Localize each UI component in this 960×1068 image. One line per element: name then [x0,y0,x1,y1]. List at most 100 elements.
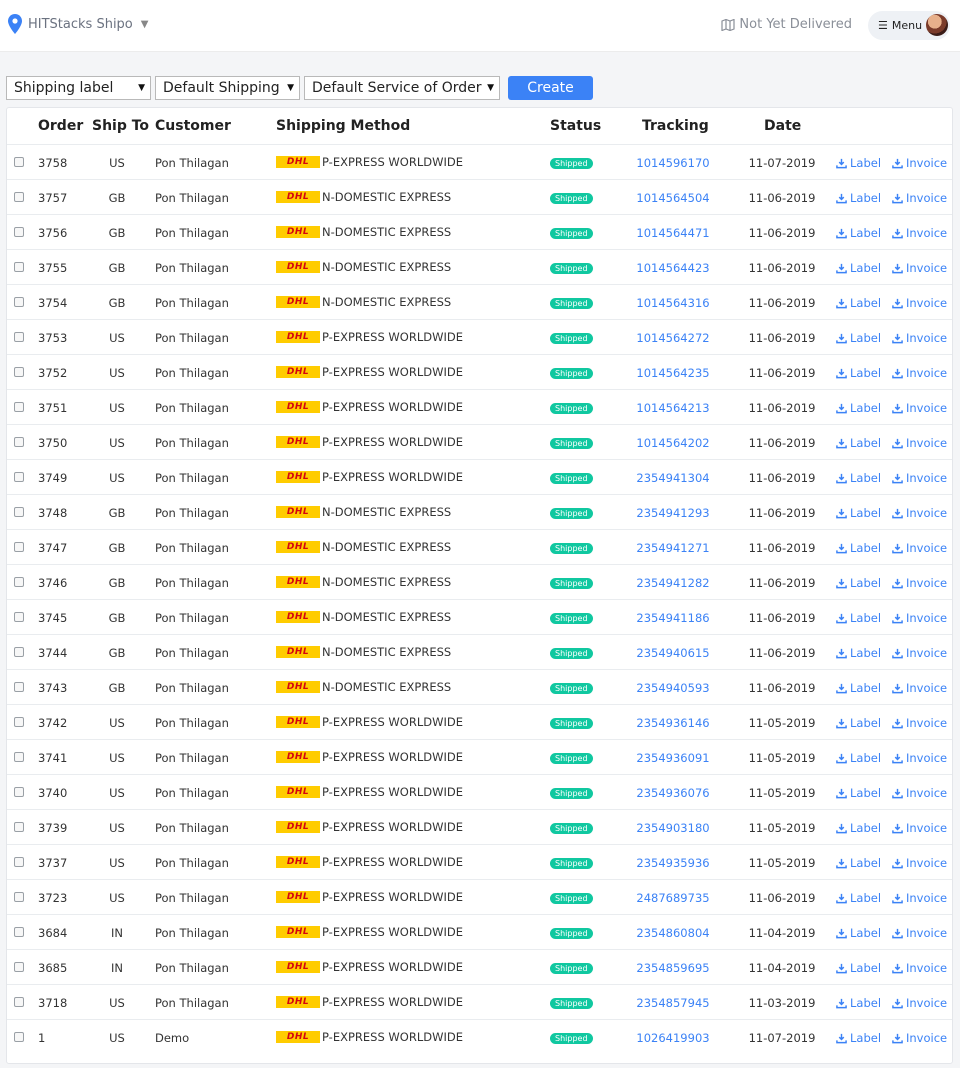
order-number[interactable]: 3685 [38,961,67,975]
label-download-link[interactable]: Label [836,296,881,310]
order-number[interactable]: 3753 [38,331,67,345]
invoice-download-link[interactable]: Invoice [892,716,947,730]
order-number[interactable]: 1 [38,1031,45,1045]
tracking-link[interactable]: 2354857945 [619,996,727,1010]
tracking-link[interactable]: 2354941271 [619,541,727,555]
order-number[interactable]: 3757 [38,191,67,205]
header-date[interactable]: Date [764,118,801,134]
order-number[interactable]: 3750 [38,436,67,450]
row-checkbox[interactable] [14,787,24,797]
label-download-link[interactable]: Label [836,1031,881,1045]
row-checkbox[interactable] [14,332,24,342]
row-checkbox[interactable] [14,437,24,447]
tracking-link[interactable]: 2354940593 [619,681,727,695]
order-number[interactable]: 3684 [38,926,67,940]
invoice-download-link[interactable]: Invoice [892,261,947,275]
order-number[interactable]: 3744 [38,646,67,660]
label-download-link[interactable]: Label [836,401,881,415]
row-checkbox[interactable] [14,962,24,972]
label-download-link[interactable]: Label [836,541,881,555]
label-type-select[interactable]: Shipping label ▼ [6,76,151,100]
menu-button[interactable]: ☰ Menu [868,11,950,40]
label-download-link[interactable]: Label [836,751,881,765]
label-download-link[interactable]: Label [836,506,881,520]
tracking-link[interactable]: 1014564213 [619,401,727,415]
row-checkbox[interactable] [14,542,24,552]
label-download-link[interactable]: Label [836,261,881,275]
invoice-download-link[interactable]: Invoice [892,436,947,450]
tracking-link[interactable]: 1014564272 [619,331,727,345]
label-download-link[interactable]: Label [836,961,881,975]
tracking-link[interactable]: 1014564504 [619,191,727,205]
tracking-link[interactable]: 2354941304 [619,471,727,485]
not-yet-delivered-link[interactable]: Not Yet Delivered [721,17,852,32]
order-number[interactable]: 3747 [38,541,67,555]
order-number[interactable]: 3746 [38,576,67,590]
invoice-download-link[interactable]: Invoice [892,226,947,240]
invoice-download-link[interactable]: Invoice [892,751,947,765]
row-checkbox[interactable] [14,227,24,237]
order-number[interactable]: 3739 [38,821,67,835]
create-button[interactable]: Create [508,76,593,100]
header-status[interactable]: Status [550,118,601,134]
label-download-link[interactable]: Label [836,156,881,170]
tracking-link[interactable]: 2354936146 [619,716,727,730]
invoice-download-link[interactable]: Invoice [892,576,947,590]
invoice-download-link[interactable]: Invoice [892,821,947,835]
tracking-link[interactable]: 1014564235 [619,366,727,380]
tracking-link[interactable]: 2354941282 [619,576,727,590]
row-checkbox[interactable] [14,612,24,622]
order-number[interactable]: 3758 [38,156,67,170]
avatar[interactable] [926,14,948,36]
order-number[interactable]: 3745 [38,611,67,625]
tracking-link[interactable]: 2354941186 [619,611,727,625]
row-checkbox[interactable] [14,507,24,517]
invoice-download-link[interactable]: Invoice [892,366,947,380]
order-number[interactable]: 3723 [38,891,67,905]
label-download-link[interactable]: Label [836,646,881,660]
tracking-link[interactable]: 2354859695 [619,961,727,975]
tracking-link[interactable]: 2354936076 [619,786,727,800]
invoice-download-link[interactable]: Invoice [892,1031,947,1045]
invoice-download-link[interactable]: Invoice [892,891,947,905]
row-checkbox[interactable] [14,717,24,727]
row-checkbox[interactable] [14,297,24,307]
invoice-download-link[interactable]: Invoice [892,961,947,975]
tracking-link[interactable]: 2487689735 [619,891,727,905]
tracking-link[interactable]: 2354940615 [619,646,727,660]
order-number[interactable]: 3749 [38,471,67,485]
invoice-download-link[interactable]: Invoice [892,401,947,415]
tracking-link[interactable]: 2354903180 [619,821,727,835]
order-number[interactable]: 3748 [38,506,67,520]
label-download-link[interactable]: Label [836,471,881,485]
order-number[interactable]: 3756 [38,226,67,240]
label-download-link[interactable]: Label [836,996,881,1010]
label-download-link[interactable]: Label [836,191,881,205]
row-checkbox[interactable] [14,822,24,832]
label-download-link[interactable]: Label [836,366,881,380]
row-checkbox[interactable] [14,192,24,202]
tracking-link[interactable]: 1014564471 [619,226,727,240]
invoice-download-link[interactable]: Invoice [892,646,947,660]
invoice-download-link[interactable]: Invoice [892,926,947,940]
row-checkbox[interactable] [14,577,24,587]
tracking-link[interactable]: 1026419903 [619,1031,727,1045]
header-order[interactable]: Order [38,118,83,134]
label-download-link[interactable]: Label [836,891,881,905]
invoice-download-link[interactable]: Invoice [892,296,947,310]
header-tracking[interactable]: Tracking [642,118,709,134]
order-number[interactable]: 3755 [38,261,67,275]
order-number[interactable]: 3740 [38,786,67,800]
row-checkbox[interactable] [14,472,24,482]
row-checkbox[interactable] [14,927,24,937]
order-number[interactable]: 3752 [38,366,67,380]
invoice-download-link[interactable]: Invoice [892,191,947,205]
order-number[interactable]: 3718 [38,996,67,1010]
label-download-link[interactable]: Label [836,716,881,730]
label-download-link[interactable]: Label [836,331,881,345]
order-number[interactable]: 3742 [38,716,67,730]
label-download-link[interactable]: Label [836,786,881,800]
label-download-link[interactable]: Label [836,226,881,240]
brand[interactable]: HITStacks Shipo ▼ [8,14,148,34]
tracking-link[interactable]: 2354860804 [619,926,727,940]
